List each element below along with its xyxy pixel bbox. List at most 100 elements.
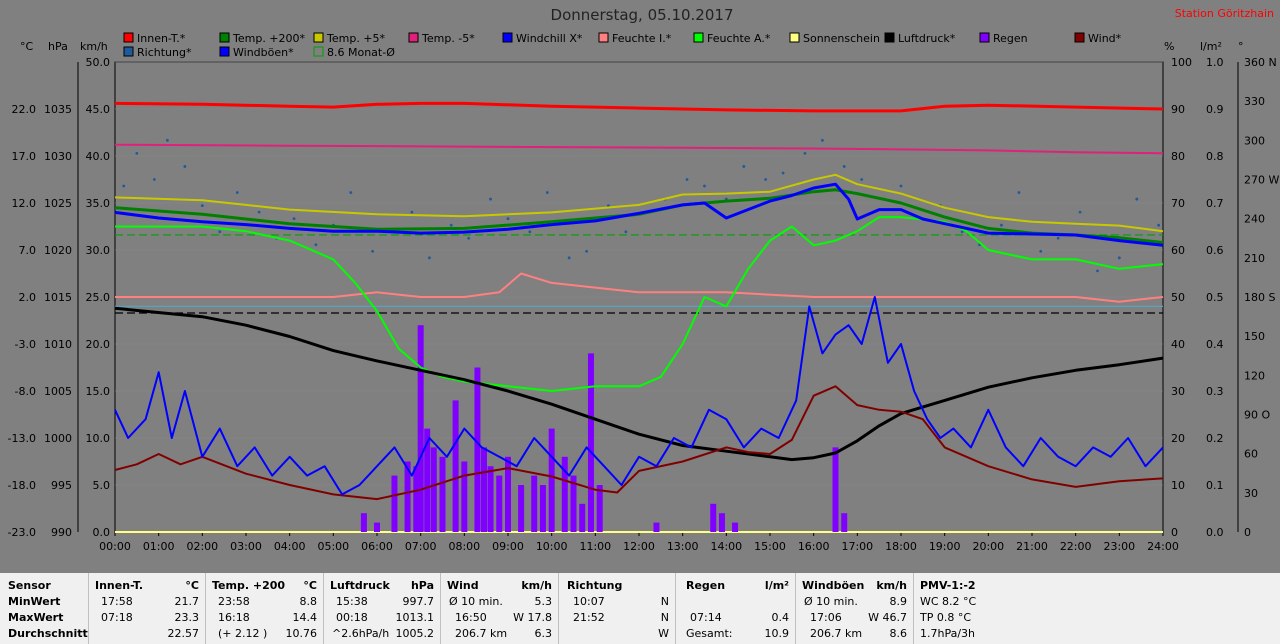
celsius-tick-label: -18.0 [8,479,36,492]
stats-header-sensor: Sensor [8,579,51,592]
legend-label: Richtung* [137,46,192,59]
rain-bar [480,447,487,532]
hpa-tick-label: 1020 [44,244,72,257]
legend-swatch [693,32,704,43]
rain-bar [539,485,546,532]
deg-tick-label: 210 [1244,252,1265,265]
time-tick-label: 21:00 [1016,540,1048,553]
rain-bar [531,475,538,532]
stats-col-temp200: Temp. +200 °C 23:58 8.8 16:18 14.4 (+ 2.12 … [205,573,323,644]
direction-point [1000,223,1003,227]
stats-windboeen-max-time: 17:06 [810,611,842,624]
hpa-tick-label: 1005 [44,385,72,398]
time-tick-label: 13:00 [667,540,699,553]
direction-point [506,217,510,221]
stats-pmv-max-val: TP 0.8 °C [920,611,972,624]
legend-swatch [884,32,895,43]
legend-swatch [219,32,230,43]
stats-luftdruck-min-val: 997.7 [402,595,435,608]
direction-point [152,178,156,181]
stats-temp200-title: Temp. +200 [212,579,286,592]
unit-kmh: km/h [80,40,108,53]
stats-pmv-min-val: WC 8.2 °C [920,595,977,608]
time-tick-label: 03:00 [230,540,262,553]
time-tick-label: 23:00 [1103,540,1135,553]
unit-celsius: °C [20,40,34,53]
rain-bar [461,461,468,532]
lm2-tick-label: 0.1 [1206,479,1224,492]
legend-label: Feuchte I.* [612,32,672,45]
deg-tick-label: 240 [1244,213,1265,226]
stats-col-sensor: Sensor MinWert MaxWert Durchschnitt [0,573,88,644]
celsius-tick-label: -8.0 [15,385,36,398]
direction-point [821,138,824,142]
rain-bar [841,513,848,532]
rain-bar [487,466,494,532]
stats-temp200-max-time: 16:18 [218,611,250,624]
celsius-tick-label: -13.0 [8,432,36,445]
time-tick-label: 05:00 [317,540,349,553]
stats-windboeen-title: Windböen [802,579,865,592]
kmh-tick-label: 10.0 [86,432,111,445]
legend-swatch [1074,32,1085,43]
rain-bar [439,456,446,532]
percent-tick-label: 20 [1171,432,1185,445]
rain-bar [474,367,481,532]
stats-temp200-max-val: 14.4 [292,611,318,624]
direction-point [567,256,571,260]
rain-bar [518,485,525,532]
time-tick-label: 02:00 [186,540,218,553]
legend-label: Wind* [1088,32,1122,45]
deg-tick-label: 150 [1244,330,1265,343]
direction-point [585,249,588,253]
time-tick-label: 08:00 [448,540,480,553]
legend-label: Temp. +200* [232,32,306,45]
stats-col-regen: Regen l/m² 07:14 0.4 Gesamt: 10.9 [675,573,795,644]
direction-point [166,138,169,142]
deg-tick-label: 30 [1244,487,1258,500]
time-tick-label: 15:00 [754,540,786,553]
hpa-tick-label: 1000 [44,432,72,445]
stats-windboeen-min-val: 8.9 [889,595,908,608]
deg-tick-label: 360 N [1244,56,1277,69]
stats-innen-min-time: 17:58 [101,595,133,608]
legend-label: Temp. -5* [421,32,475,45]
time-tick-label: 20:00 [972,540,1004,553]
legend-label: Temp. +5* [326,32,386,45]
legend-label: Feuchte A.* [707,32,771,45]
stats-innen-min-val: 21.7 [174,595,200,608]
direction-point [183,165,187,168]
percent-tick-label: 0 [1171,526,1178,539]
direction-point [545,191,549,194]
stats-innen-max-val: 23.3 [174,611,200,624]
direction-point [1078,210,1082,214]
kmh-tick-label: 25.0 [86,291,111,304]
legend-label: Windchill X* [516,32,583,45]
stats-col-windboeen: Windböen km/h Ø 10 min. 8.9 17:06 W 46.7 20… [795,573,913,644]
legend-swatch [789,32,800,43]
legend-label: Regen [993,32,1028,45]
stats-innen-unit: °C [185,579,199,592]
stats-windboeen-unit: km/h [876,579,907,592]
stats-richtung-max-time: 21:52 [573,611,605,624]
rain-bar [452,400,459,532]
direction-point [1017,191,1021,194]
time-tick-label: 12:00 [623,540,655,553]
lm2-tick-label: 1.0 [1206,56,1224,69]
hpa-tick-label: 995 [51,479,72,492]
stats-pmv-avg-val: 1.7hPa/3h [920,627,976,640]
lm2-tick-label: 0.7 [1206,197,1224,210]
direction-point [371,249,375,253]
stats-temp200-avg-val: 10.76 [285,627,318,640]
deg-tick-label: 180 S [1244,291,1275,304]
celsius-tick-label: 12.0 [12,197,37,210]
stats-col-innen: Innen-T. °C 17:58 21.7 07:18 23.3 22.57 [88,573,205,644]
stats-temp200-unit: °C [303,579,317,592]
rain-bar [360,513,367,532]
direction-point [703,184,706,188]
direction-point [860,178,864,181]
stats-wind-title: Wind [447,579,479,592]
direction-point [685,178,689,181]
direction-point [218,230,222,234]
lm2-tick-label: 0.2 [1206,432,1224,445]
